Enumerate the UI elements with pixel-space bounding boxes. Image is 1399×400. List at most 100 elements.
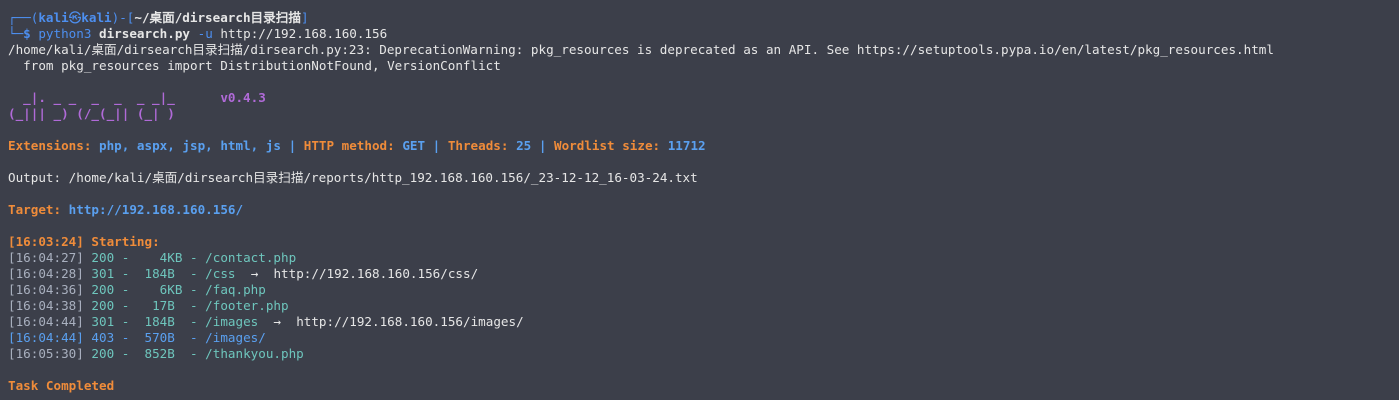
separator: | (425, 138, 448, 153)
prompt-corner-top: ┌──( (8, 10, 39, 25)
extensions-label: Extensions: (8, 138, 99, 153)
start-text: Starting: (83, 234, 160, 249)
prompt-user: kali (38, 10, 69, 25)
result-row: [16:04:44] 301 - 184B - /images → http:/… (8, 314, 1391, 330)
target-label: Target: (8, 202, 69, 217)
result-dash: - (114, 314, 137, 329)
result-row: [16:04:28] 301 - 184B - /css → http://19… (8, 266, 1391, 282)
banner-row-2: (_||| _) (/_(_|| (_| ) (8, 106, 1391, 122)
result-time: [16:04:27] (8, 250, 84, 265)
method-value: GET (402, 138, 426, 153)
result-code: 200 (91, 250, 115, 265)
output-line: Output: /home/kali/桌面/dirsearch目录扫描/repo… (8, 170, 1391, 186)
result-path: /footer.php (205, 298, 289, 313)
result-row: [16:04:27] 200 - 4KB - /contact.php (8, 250, 1391, 266)
result-time: [16:04:28] (8, 266, 84, 281)
separator: | (280, 138, 304, 153)
result-code: 301 (91, 266, 115, 281)
result-dash: - (182, 250, 206, 265)
result-dash: - (114, 346, 137, 361)
result-code: 403 (91, 330, 115, 345)
result-dash: - (114, 266, 137, 281)
command-binary: python3 (38, 26, 92, 41)
task-completed: Task Completed (8, 378, 115, 393)
result-size: 4KB (136, 250, 183, 265)
result-size: 184B (136, 314, 183, 329)
result-dash: - (182, 330, 206, 345)
result-path: /images (205, 314, 259, 329)
prompt-mid: )-[ (111, 10, 135, 25)
result-path: /thankyou.php (205, 346, 304, 361)
result-row: [16:04:36] 200 - 6KB - /faq.php (8, 282, 1391, 298)
wordlist-value: 11712 (667, 138, 706, 153)
result-path: /faq.php (205, 282, 266, 297)
result-dash: - (182, 346, 206, 361)
prompt-line-2: └─$ python3 dirsearch.py -u http://192.1… (8, 26, 1391, 42)
banner-ascii-1: _|. _ _ _ _ _ _|_ (8, 90, 175, 105)
separator: | (531, 138, 554, 153)
threads-value: 25 (516, 138, 532, 153)
start-time: [16:03:24] (8, 234, 84, 249)
result-time: [16:04:44] (8, 314, 84, 329)
result-dash: - (114, 282, 137, 297)
result-dash: - (114, 250, 137, 265)
result-path: /css (205, 266, 236, 281)
warning-line-2: from pkg_resources import DistributionNo… (8, 58, 501, 73)
result-size: 17B (136, 298, 183, 313)
config-line: Extensions: php, aspx, jsp, html, js | H… (8, 138, 1391, 154)
prompt-at-icon: ㉿ (68, 10, 82, 25)
result-size: 6KB (136, 282, 183, 297)
wordlist-label: Wordlist size: (553, 138, 668, 153)
result-path: /images/ (205, 330, 266, 345)
result-code: 200 (91, 282, 115, 297)
banner-row-1: _|. _ _ _ _ _ _|_ v0.4.3 (8, 90, 1391, 106)
result-size: 852B (136, 346, 183, 361)
results-list: [16:04:27] 200 - 4KB - /contact.php [16:… (8, 250, 1391, 362)
terminal-window[interactable]: ┌──(kali㉿kali)-[~/桌面/dirsearch目录扫描] └─$ … (0, 0, 1399, 394)
starting-line: [16:03:24] Starting: (8, 234, 1391, 250)
prompt-dollar: $ (23, 26, 39, 41)
output-path: /home/kali/桌面/dirsearch目录扫描/reports/http… (68, 170, 698, 185)
result-size: 184B (136, 266, 183, 281)
result-code: 200 (91, 298, 115, 313)
target-line: Target: http://192.168.160.156/ (8, 202, 1391, 218)
result-row: [16:04:44] 403 - 570B - /images/ (8, 330, 1391, 346)
prompt-line-1: ┌──(kali㉿kali)-[~/桌面/dirsearch目录扫描] (8, 10, 1391, 26)
result-dash: - (182, 314, 206, 329)
result-dash: - (114, 298, 137, 313)
prompt-host: kali (81, 10, 112, 25)
prompt-close: ] (300, 10, 309, 25)
target-url: http://192.168.160.156/ (68, 202, 244, 217)
result-redirect: http://192.168.160.156/images/ (296, 314, 524, 329)
prompt-path: ~/桌面/dirsearch目录扫描 (134, 10, 301, 25)
redirect-arrow-icon: → (250, 266, 259, 281)
version-label: v0.4.3 (220, 90, 266, 105)
prompt-corner-bottom: └─ (8, 26, 24, 41)
result-time: [16:05:30] (8, 346, 84, 361)
result-size: 570B (136, 330, 183, 345)
method-label: HTTP method: (303, 138, 403, 153)
output-label: Output: (8, 170, 69, 185)
result-row: [16:05:30] 200 - 852B - /thankyou.php (8, 346, 1391, 362)
warning-line-1: /home/kali/桌面/dirsearch目录扫描/dirsearch.py… (8, 42, 1274, 57)
threads-label: Threads: (447, 138, 517, 153)
banner-ascii-2: (_||| _) (/_(_|| (_| ) (8, 106, 175, 121)
result-time: [16:04:44] (8, 330, 84, 345)
result-path: /contact.php (205, 250, 297, 265)
result-row: [16:04:38] 200 - 17B - /footer.php (8, 298, 1391, 314)
result-time: [16:04:38] (8, 298, 84, 313)
command-flag: -u (197, 26, 213, 41)
result-dash: - (182, 298, 206, 313)
result-dash: - (182, 282, 206, 297)
result-dash: - (114, 330, 137, 345)
result-redirect: http://192.168.160.156/css/ (273, 266, 479, 281)
command-script: dirsearch.py (99, 26, 191, 41)
result-code: 200 (91, 346, 115, 361)
result-dash: - (182, 266, 206, 281)
